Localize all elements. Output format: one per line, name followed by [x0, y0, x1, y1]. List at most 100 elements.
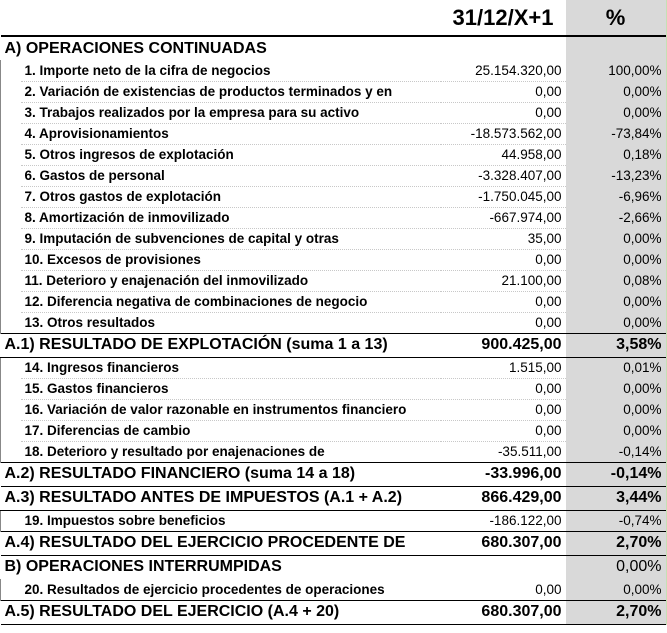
percent-cell[interactable] — [565, 36, 667, 60]
percent-cell[interactable]: -0,74% — [565, 510, 667, 531]
amount-cell[interactable]: 0,00 — [440, 378, 566, 400]
indent-cell — [0, 81, 21, 102]
row-label[interactable]: 12. Diferencia negativa de combinaciones… — [20, 291, 441, 313]
row-label[interactable]: 14. Ingresos financieros — [20, 357, 441, 379]
amount-cell[interactable]: -33.996,00 — [440, 461, 566, 487]
percent-cell[interactable]: 100,00% — [565, 60, 667, 81]
amount-cell[interactable]: 0,00 — [440, 249, 566, 271]
row-label[interactable]: 4. Aprovisionamientos — [20, 123, 441, 145]
percent-cell[interactable]: -13,23% — [565, 165, 667, 186]
indent-cell — [0, 399, 21, 420]
line-item-row: 5. Otros ingresos de explotación 44.958,0… — [0, 144, 667, 166]
amount-cell[interactable]: 0,00 — [440, 102, 566, 124]
percent-cell[interactable]: 0,00% — [565, 555, 667, 579]
row-label[interactable]: 18. Deterioro y resultado por enajenacio… — [20, 441, 441, 463]
percent-cell[interactable]: 0,00% — [565, 399, 667, 420]
percent-cell[interactable]: 2,70% — [565, 530, 667, 556]
row-label[interactable]: B) OPERACIONES INTERRUMPIDAS — [1, 555, 441, 579]
percent-cell[interactable]: 0,00% — [565, 378, 667, 399]
line-item-row: 18. Deterioro y resultado por enajenacio… — [0, 441, 667, 463]
line-item-row: 1. Importe neto de la cifra de negocios 2… — [0, 60, 667, 82]
row-label[interactable]: A.3) RESULTADO ANTES DE IMPUESTOS (A.1 +… — [0, 485, 441, 511]
row-label[interactable]: 16. Variación de valor razonable en inst… — [20, 399, 441, 421]
row-label[interactable]: 17. Diferencias de cambio — [20, 420, 441, 442]
row-label[interactable]: 13. Otros resultados — [20, 312, 441, 334]
row-label[interactable]: A.5) RESULTADO DEL EJERCICIO (A.4 + 20) — [0, 599, 441, 625]
row-label[interactable]: 3. Trabajos realizados por la empresa pa… — [20, 102, 441, 124]
amount-cell[interactable]: 680.307,00 — [440, 530, 566, 556]
amount-cell[interactable]: 21.100,00 — [440, 270, 566, 292]
row-label[interactable]: 10. Excesos de provisiones — [20, 249, 441, 271]
line-item-row: 10. Excesos de provisiones 0,00 0,00% — [0, 249, 667, 271]
amount-cell[interactable]: 0,00 — [440, 81, 566, 103]
percent-cell[interactable]: -0,14% — [565, 461, 667, 487]
amount-cell[interactable]: -186.122,00 — [440, 510, 566, 532]
percent-cell[interactable]: 0,00% — [565, 102, 667, 123]
indent-cell — [0, 102, 21, 123]
amount-cell[interactable]: 900.425,00 — [440, 332, 566, 358]
amount-cell[interactable]: -667.974,00 — [440, 207, 566, 229]
percent-header[interactable]: % — [565, 0, 667, 37]
row-label[interactable]: 15. Gastos financieros — [20, 378, 441, 400]
percent-cell[interactable]: 0,00% — [565, 249, 667, 270]
amount-cell[interactable]: 1.515,00 — [440, 357, 566, 379]
row-label[interactable]: 5. Otros ingresos de explotación — [20, 144, 441, 166]
percent-cell[interactable]: 0,08% — [565, 270, 667, 291]
percent-cell[interactable]: -0,14% — [565, 441, 667, 462]
percent-cell[interactable]: 0,00% — [565, 81, 667, 102]
percent-cell[interactable]: 3,58% — [565, 332, 667, 358]
amount-cell[interactable]: 0,00 — [440, 579, 566, 601]
percent-cell[interactable]: 0,00% — [565, 420, 667, 441]
amount-cell[interactable]: -35.511,00 — [440, 441, 566, 463]
period-header[interactable]: 31/12/X+1 — [440, 0, 566, 37]
line-item-row: 3. Trabajos realizados por la empresa pa… — [0, 102, 667, 124]
amount-cell[interactable] — [441, 555, 566, 579]
row-label[interactable]: A) OPERACIONES CONTINUADAS — [1, 36, 441, 60]
percent-cell[interactable]: 0,18% — [565, 144, 667, 165]
percent-cell[interactable]: 0,00% — [565, 228, 667, 249]
result-row: A.3) RESULTADO ANTES DE IMPUESTOS (A.1 +… — [0, 485, 667, 511]
indent-cell — [0, 510, 21, 531]
row-label[interactable]: 7. Otros gastos de explotación — [20, 186, 441, 208]
percent-cell[interactable]: 0,01% — [565, 357, 667, 378]
percent-cell[interactable]: 0,00% — [565, 291, 667, 312]
amount-cell[interactable]: 866.429,00 — [440, 485, 566, 511]
amount-cell[interactable]: 0,00 — [440, 399, 566, 421]
row-label[interactable]: 6. Gastos de personal — [20, 165, 441, 187]
percent-cell[interactable]: 0,00% — [565, 312, 667, 333]
amount-cell[interactable]: 0,00 — [440, 291, 566, 313]
percent-cell[interactable]: 3,44% — [565, 485, 667, 511]
row-label[interactable]: 8. Amortización de inmovilizado — [20, 207, 441, 229]
line-item-row: 17. Diferencias de cambio 0,00 0,00% — [0, 420, 667, 442]
amount-cell[interactable]: 680.307,00 — [440, 599, 566, 625]
row-label[interactable]: 19. Impuestos sobre beneficios — [20, 510, 441, 532]
header-row: 31/12/X+1 % — [0, 0, 667, 37]
amount-cell[interactable]: -18.573.562,00 — [440, 123, 566, 145]
result-row: A.1) RESULTADO DE EXPLOTACIÓN (suma 1 a … — [0, 332, 667, 358]
amount-cell[interactable]: 44.958,00 — [440, 144, 566, 166]
indent-cell — [0, 357, 21, 378]
amount-cell[interactable]: 35,00 — [440, 228, 566, 250]
percent-cell[interactable]: -73,84% — [565, 123, 667, 144]
percent-cell[interactable]: 2,70% — [565, 599, 667, 625]
section-row: A) OPERACIONES CONTINUADAS — [1, 36, 667, 60]
row-label[interactable]: A.2) RESULTADO FINANCIERO (suma 14 a 18) — [0, 461, 441, 487]
row-label[interactable]: A.1) RESULTADO DE EXPLOTACIÓN (suma 1 a … — [0, 332, 441, 358]
amount-cell[interactable]: 0,00 — [440, 312, 566, 334]
percent-cell[interactable]: -6,96% — [565, 186, 667, 207]
row-label[interactable]: 1. Importe neto de la cifra de negocios — [20, 60, 441, 82]
amount-cell[interactable]: -3.328.407,00 — [440, 165, 566, 187]
line-item-row: 19. Impuestos sobre beneficios -186.122,0… — [0, 510, 667, 532]
percent-cell[interactable]: -2,66% — [565, 207, 667, 228]
amount-cell[interactable] — [441, 36, 566, 60]
row-label[interactable]: 11. Deterioro y enajenación del inmovili… — [20, 270, 441, 292]
row-label[interactable]: 2. Variación de existencias de productos… — [20, 81, 441, 103]
amount-cell[interactable]: -1.750.045,00 — [440, 186, 566, 208]
indent-cell — [0, 165, 21, 186]
amount-cell[interactable]: 0,00 — [440, 420, 566, 442]
row-label[interactable]: 20. Resultados de ejercicio procedentes … — [20, 579, 441, 601]
row-label[interactable]: A.4) RESULTADO DEL EJERCICIO PROCEDENTE … — [0, 530, 441, 556]
amount-cell[interactable]: 25.154.320,00 — [440, 60, 566, 82]
percent-cell[interactable]: 0,00% — [565, 579, 667, 600]
row-label[interactable]: 9. Imputación de subvenciones de capital… — [20, 228, 441, 250]
